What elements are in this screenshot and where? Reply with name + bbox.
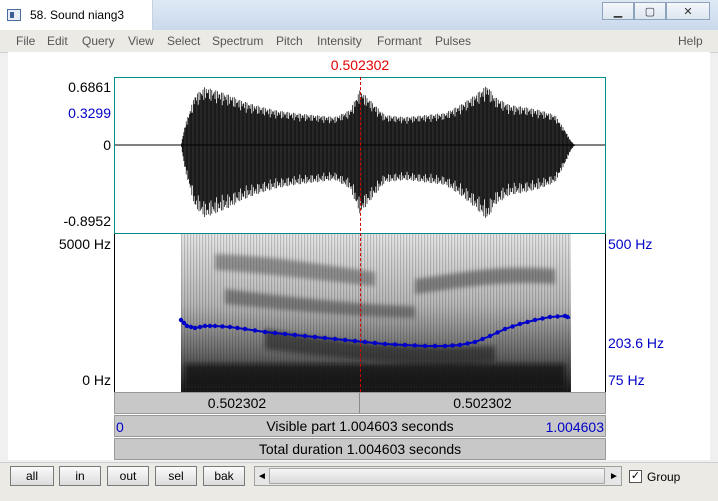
total-duration-bar[interactable]: Total duration 1.004603 seconds [114, 438, 606, 460]
menu-file[interactable]: File [16, 34, 35, 48]
time-segment-bar: 0.502302 0.502302 [114, 392, 606, 414]
waveform-zero-label: 0 [103, 137, 111, 153]
cursor-line [360, 77, 361, 392]
group-label: Group [647, 470, 681, 484]
horizontal-scrollbar[interactable]: ◄ ► [254, 466, 622, 486]
scroll-left-arrow-icon[interactable]: ◄ [255, 467, 269, 485]
menu-select[interactable]: Select [167, 34, 200, 48]
menu-spectrum[interactable]: Spectrum [212, 34, 263, 48]
close-icon: ✕ [683, 5, 693, 18]
praat-app-icon [7, 9, 21, 21]
menu-pulses[interactable]: Pulses [435, 34, 471, 48]
title-tab: 58. Sound niang3 [0, 0, 153, 30]
menu-bar: File Edit Query View Select Spectrum Pit… [0, 30, 718, 53]
pitch-bottom-label: 75 Hz [608, 372, 645, 388]
window-title: 58. Sound niang3 [30, 8, 125, 22]
left-segment-label: 0.502302 [207, 395, 267, 411]
pitch-top-label: 500 Hz [608, 236, 653, 252]
right-segment[interactable]: 0.502302 [360, 393, 605, 413]
menu-intensity[interactable]: Intensity [317, 34, 362, 48]
spectrogram-freq-top-label: 5000 Hz [58, 236, 111, 252]
zoom-all-button[interactable]: all [10, 466, 54, 486]
scroll-thumb[interactable] [269, 468, 605, 484]
visible-end-label: 1.004603 [545, 419, 604, 435]
spectrogram-freq-bottom-label: 0 Hz [82, 372, 111, 388]
menu-formant[interactable]: Formant [377, 34, 422, 48]
left-segment[interactable]: 0.502302 [115, 393, 360, 413]
cursor-time-label: 0.502302 [330, 57, 390, 73]
minimize-icon: ▁ [613, 5, 623, 18]
waveform-sample-label: 0.3299 [68, 105, 111, 121]
menu-help[interactable]: Help [678, 34, 703, 48]
scroll-right-arrow-icon[interactable]: ► [607, 467, 621, 485]
menu-pitch[interactable]: Pitch [276, 34, 303, 48]
total-duration-label: Total duration 1.004603 seconds [258, 441, 462, 457]
close-button[interactable]: ✕ [666, 2, 710, 20]
minimize-button[interactable]: ▁ [602, 2, 634, 20]
zoom-in-button[interactable]: in [59, 466, 101, 486]
waveform-max-label: 0.6861 [68, 79, 111, 95]
visible-start-label: 0 [116, 419, 124, 435]
zoom-selection-button[interactable]: sel [155, 466, 197, 486]
zoom-back-button[interactable]: bak [203, 466, 245, 486]
menu-edit[interactable]: Edit [47, 34, 68, 48]
spectrogram-energy [181, 234, 571, 392]
title-bar: 58. Sound niang3 ▁ ▢ ✕ [0, 0, 718, 31]
maximize-button[interactable]: ▢ [634, 2, 666, 20]
pitch-value-label: 203.6 Hz [608, 335, 665, 351]
waveform-min-label: -0.8952 [63, 213, 111, 229]
zoom-out-button[interactable]: out [107, 466, 149, 486]
group-checkbox[interactable]: ✓ [629, 470, 642, 483]
right-segment-label: 0.502302 [453, 395, 512, 411]
menu-query[interactable]: Query [82, 34, 115, 48]
maximize-icon: ▢ [644, 5, 656, 18]
menu-view[interactable]: View [128, 34, 154, 48]
visible-part-label: Visible part 1.004603 seconds [266, 418, 454, 434]
